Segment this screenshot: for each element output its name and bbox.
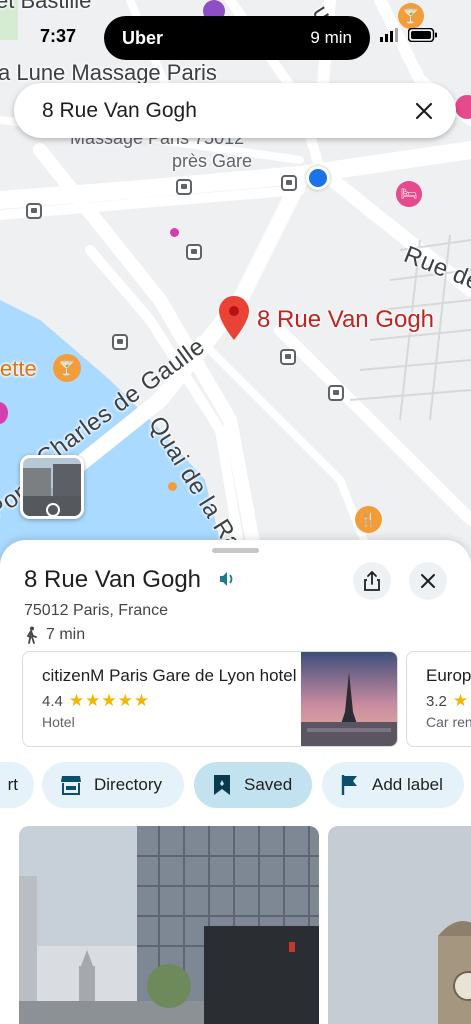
- card-title: Europ: [426, 666, 471, 685]
- current-location-dot: [306, 166, 330, 190]
- chip-label: Directory: [94, 775, 163, 794]
- hotel-poi-icon[interactable]: 🛏: [396, 181, 422, 207]
- card-rating: 4.4 ★★★★★: [42, 691, 150, 711]
- nearby-place-card[interactable]: Europ 3.2 ★ Car ren: [406, 651, 471, 747]
- chip-label: rt: [7, 775, 18, 794]
- saved-chip[interactable]: Saved: [194, 762, 312, 808]
- status-indicators: [380, 28, 438, 42]
- bus-stop-icon[interactable]: [281, 175, 297, 191]
- bus-stop-icon[interactable]: [176, 179, 192, 195]
- rating-stars: ★: [452, 691, 470, 710]
- chip-label: Saved: [244, 775, 293, 794]
- close-icon: [415, 102, 433, 119]
- bus-stop-icon[interactable]: [280, 349, 296, 365]
- share-button[interactable]: [353, 562, 391, 600]
- map-label-ette: ette: [0, 356, 37, 381]
- place-photo[interactable]: [328, 826, 471, 1024]
- search-bar[interactable]: 8 Rue Van Gogh: [14, 83, 456, 138]
- search-input[interactable]: 8 Rue Van Gogh: [42, 99, 408, 123]
- card-title: citizenM Paris Gare de Lyon hotel: [42, 666, 297, 685]
- status-time: 7:37: [40, 26, 77, 46]
- place-title: 8 Rue Van Gogh: [24, 566, 202, 593]
- speaker-icon[interactable]: [218, 571, 236, 587]
- bus-stop-icon[interactable]: [186, 244, 202, 260]
- bar-poi-icon[interactable]: 🍸: [53, 354, 81, 382]
- street-view-thumbnail[interactable]: [20, 455, 84, 519]
- clock-tower-photo: [328, 826, 471, 1024]
- photo-gallery[interactable]: [0, 826, 471, 1024]
- restaurant-poi-icon[interactable]: 🍴: [355, 506, 382, 533]
- card-rating: 3.2 ★: [426, 691, 469, 711]
- dynamic-island-live-activity[interactable]: Uber 9 min: [104, 16, 370, 60]
- rating-value: 3.2: [426, 692, 447, 710]
- share-icon: [364, 571, 380, 591]
- bus-stop-icon[interactable]: [328, 385, 344, 401]
- place-address: 75012 Paris, France: [24, 602, 169, 619]
- storefront-icon: [61, 776, 81, 795]
- place-pin-icon[interactable]: [219, 296, 249, 340]
- walk-time[interactable]: 7 min: [24, 626, 85, 644]
- place-bottom-sheet[interactable]: 8 Rue Van Gogh 75012 Paris, France 7 min…: [0, 540, 471, 1024]
- poi-dot[interactable]: [170, 228, 179, 237]
- add-label-chip[interactable]: Add label: [322, 762, 464, 808]
- nearby-place-card[interactable]: citizenM Paris Gare de Lyon hotel 4.4 ★★…: [22, 651, 398, 747]
- flag-icon: [341, 775, 357, 795]
- directory-chip[interactable]: Directory: [42, 762, 184, 808]
- live-activity-eta: 9 min: [310, 28, 352, 47]
- hotel-building-photo: [19, 826, 319, 1024]
- map-label-pres-gare: près Gare: [172, 151, 253, 171]
- poi-dot[interactable]: [168, 482, 177, 491]
- clear-search-button[interactable]: [408, 95, 440, 127]
- bookmark-icon: [214, 775, 230, 795]
- close-icon: [421, 574, 435, 588]
- chip-label: Add label: [372, 775, 443, 794]
- bar-poi-icon[interactable]: 🍸: [398, 3, 424, 29]
- signal-icon: [380, 28, 398, 42]
- rating-stars: ★★★★★: [68, 691, 151, 710]
- action-chips: rt Directory Saved Add label: [0, 762, 471, 808]
- live-activity-app: Uber: [122, 27, 164, 48]
- rating-value: 4.4: [42, 692, 63, 710]
- card-category: Car ren: [426, 714, 471, 730]
- card-photo: [301, 652, 397, 746]
- battery-icon: [408, 28, 437, 42]
- close-button[interactable]: [409, 562, 447, 600]
- place-photo[interactable]: [19, 826, 319, 1024]
- bus-stop-icon[interactable]: [26, 203, 42, 219]
- card-category: Hotel: [42, 714, 75, 730]
- bus-stop-icon[interactable]: [112, 334, 128, 350]
- directions-chip[interactable]: rt: [0, 762, 34, 808]
- drag-handle[interactable]: [212, 548, 259, 553]
- walk-time-label: 7 min: [46, 626, 86, 643]
- map-label-bastille: et Bastille: [0, 0, 92, 13]
- walking-icon: [26, 626, 37, 644]
- map-pin-label: 8 Rue Van Gogh: [257, 306, 435, 333]
